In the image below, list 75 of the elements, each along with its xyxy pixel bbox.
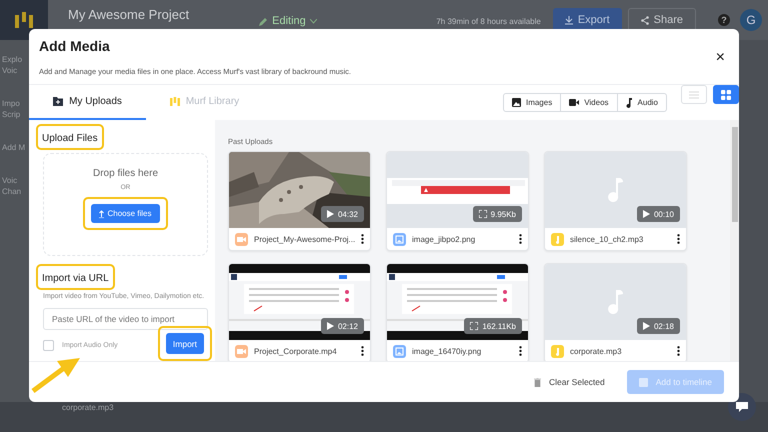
file-name: image_16470iy.png (412, 346, 482, 356)
choose-files-button[interactable]: Choose files (91, 204, 160, 223)
more-icon[interactable] (677, 346, 680, 356)
share-icon (640, 16, 649, 24)
time-available: 7h 39min of 8 hours available (436, 16, 541, 26)
camera-icon (569, 99, 580, 106)
close-button[interactable]: × (716, 51, 725, 65)
grid-view-button[interactable] (713, 85, 739, 104)
mode-dropdown[interactable]: Editing (259, 15, 317, 27)
duration-badge: 04:32 (320, 206, 364, 222)
media-card[interactable]: 9.95Kb image_jibpo2.png (386, 151, 529, 251)
image-icon (512, 98, 521, 107)
project-title: My Awesome Project (68, 7, 190, 22)
track-label: corporate.mp3 (62, 403, 114, 412)
image-icon (393, 344, 406, 358)
fullscreen-icon (478, 210, 487, 218)
fullscreen-icon (470, 322, 478, 330)
music-note-icon (626, 98, 633, 108)
chevron-icon (310, 18, 317, 24)
url-field[interactable]: Paste URL of the video to import (43, 308, 208, 330)
music-note-icon (551, 232, 564, 246)
filter-button[interactable]: Audio (616, 93, 667, 112)
file-name: corporate.mp3 (570, 346, 623, 356)
tab[interactable]: My Uploads (29, 85, 146, 120)
media-card[interactable]: 04:32 Project_My-Awesome-Proj... (228, 151, 371, 251)
more-icon[interactable] (519, 346, 522, 356)
play-icon (642, 210, 650, 218)
image-icon (393, 232, 406, 246)
more-icon[interactable] (519, 234, 522, 244)
grid-icon (721, 90, 731, 100)
dialog-title: Add Media (39, 38, 111, 54)
file-name: Project_Corporate.mp4 (254, 346, 338, 356)
music-note-icon (608, 178, 624, 202)
filter-button[interactable]: Images (502, 93, 562, 112)
annotation-arrow (30, 357, 82, 393)
size-badge: 162.11Kb (464, 318, 522, 334)
section-title: Upload Files (42, 133, 98, 144)
trash-icon (534, 378, 541, 386)
bars-icon (170, 97, 180, 106)
file-name: Project_My-Awesome-Proj... (254, 234, 356, 244)
file-name: image_jibpo2.png (412, 234, 476, 244)
media-card[interactable]: 02:12 Project_Corporate.mp4 (228, 263, 371, 361)
logo-icon[interactable] (0, 0, 48, 40)
play-icon (642, 322, 650, 330)
duration-badge: 02:12 (320, 318, 364, 334)
file-name: silence_10_ch2.mp3 (570, 234, 644, 244)
camera-icon (235, 344, 248, 358)
duration-badge: 02:18 (636, 318, 680, 334)
size-badge: 9.95Kb (472, 206, 522, 222)
import-button[interactable]: Import (166, 333, 204, 354)
more-icon[interactable] (677, 234, 680, 244)
folder-icon (53, 97, 64, 106)
filter-button[interactable]: Videos (560, 93, 618, 112)
more-icon[interactable] (361, 234, 364, 244)
clear-selected-button[interactable]: Clear Selected (528, 376, 611, 388)
media-card[interactable]: 162.11Kb image_16470iy.png (386, 263, 529, 361)
checkbox[interactable] (43, 340, 54, 351)
list-icon (689, 90, 699, 98)
play-icon (326, 210, 334, 218)
user-avatar[interactable]: G (740, 9, 762, 31)
download-icon (564, 16, 573, 24)
upload-icon (99, 210, 104, 218)
help-button[interactable]: ? (718, 14, 730, 26)
media-card[interactable]: 00:10 silence_10_ch2.mp3 (544, 151, 687, 251)
play-icon (326, 322, 334, 330)
section-title: Import via URL (42, 272, 109, 284)
drop-text: Drop files here (92, 168, 158, 179)
media-card[interactable]: 02:18 corporate.mp3 (544, 263, 687, 361)
music-note-icon (608, 290, 624, 314)
more-icon[interactable] (361, 346, 364, 356)
music-note-icon (551, 344, 564, 358)
pencil-icon (259, 16, 268, 26)
duration-badge: 00:10 (636, 206, 680, 222)
scrollbar[interactable] (730, 120, 739, 361)
camera-icon (235, 232, 248, 246)
